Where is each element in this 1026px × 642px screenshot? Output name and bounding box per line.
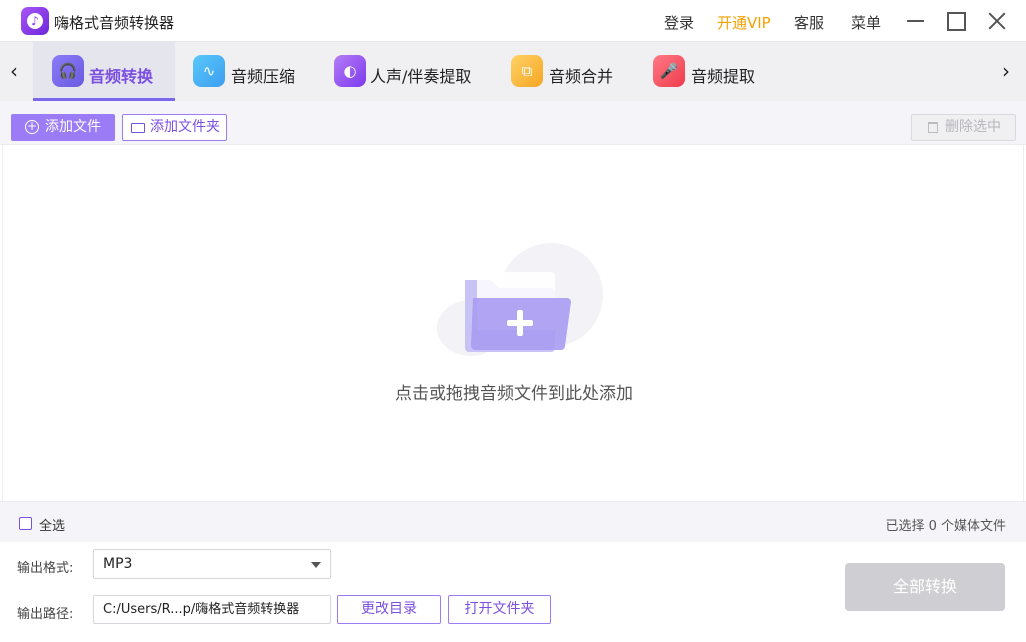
delete-selected-button[interactable]: 删除选中 [911, 114, 1016, 141]
add-file-button[interactable]: + 添加文件 [11, 114, 115, 141]
output-path-field[interactable]: C:/Users/R...p/嗨格式音频转换器 [93, 595, 331, 624]
tab-audio-convert[interactable]: 🎧 音频转换 [33, 42, 175, 101]
select-all-label[interactable]: 全选 [39, 515, 65, 534]
plus-circle-icon: + [25, 119, 39, 134]
output-format-select[interactable]: MP3 [93, 549, 331, 579]
feature-tab-bar: ‹ 🎧 音频转换 ∿ 音频压缩 ◐ 人声/伴奏提取 ⧉ 音频合并 🎤 音频提取 … [0, 42, 1026, 101]
maximize-icon[interactable] [944, 9, 968, 33]
output-format-label: 输出格式: [17, 561, 74, 576]
folder-icon [131, 123, 145, 133]
add-file-label: 添加文件 [45, 119, 101, 135]
tab-label: 音频压缩 [231, 67, 296, 86]
add-folder-label: 添加文件夹 [150, 119, 220, 135]
app-title: 嗨格式音频转换器 [54, 14, 175, 32]
close-icon[interactable] [985, 9, 1009, 33]
drop-hint: 点击或拖拽音频文件到此处添加 [395, 384, 633, 404]
delete-selected-label: 删除选中 [945, 119, 1001, 135]
voice-icon: ◐ [334, 55, 366, 87]
add-folder-button[interactable]: 添加文件夹 [122, 114, 227, 141]
open-folder-button[interactable]: 打开文件夹 [448, 595, 551, 624]
tab-label: 音频合并 [549, 67, 614, 86]
waveform-icon: ∿ [193, 55, 225, 87]
login-link[interactable]: 登录 [664, 12, 694, 33]
tab-audio-merge[interactable]: ⧉ 音频合并 [500, 42, 630, 101]
selected-count: 已选择 0 个媒体文件 [885, 519, 1006, 534]
add-folder-illustration-icon [437, 243, 603, 356]
output-path-label: 输出路径: [17, 607, 74, 622]
trash-icon [928, 122, 938, 133]
tab-label: 人声/伴奏提取 [370, 67, 472, 86]
convert-all-button[interactable]: 全部转换 [845, 563, 1005, 611]
select-all-checkbox[interactable] [19, 517, 32, 530]
app-logo-icon: ♪ [21, 7, 49, 35]
menu-link[interactable]: 菜单 [851, 12, 881, 33]
service-link[interactable]: 客服 [794, 12, 824, 33]
output-format-value: MP3 [103, 556, 133, 572]
output-settings: 输出格式: MP3 输出路径: C:/Users/R...p/嗨格式音频转换器 … [0, 542, 1026, 642]
chevron-left-icon[interactable]: ‹ [10, 60, 18, 82]
chevron-right-icon[interactable]: › [1002, 60, 1010, 82]
headphones-icon: 🎧 [52, 55, 84, 87]
file-toolbar: + 添加文件 添加文件夹 删除选中 [0, 101, 1026, 145]
tab-audio-extract[interactable]: 🎤 音频提取 [640, 42, 770, 101]
tab-vocal-extract[interactable]: ◐ 人声/伴奏提取 [320, 42, 490, 101]
minimize-icon[interactable] [904, 9, 928, 33]
vip-link[interactable]: 开通VIP [717, 12, 771, 33]
tab-audio-compress[interactable]: ∿ 音频压缩 [180, 42, 320, 101]
selection-bar: 全选 已选择 0 个媒体文件 [0, 501, 1026, 542]
caret-down-icon [311, 562, 321, 568]
file-drop-zone[interactable]: 点击或拖拽音频文件到此处添加 [2, 145, 1024, 501]
title-bar: ♪ 嗨格式音频转换器 登录 开通VIP 客服 菜单 [0, 0, 1026, 42]
change-directory-button[interactable]: 更改目录 [337, 595, 441, 624]
tab-label: 音频提取 [691, 67, 756, 86]
merge-icon: ⧉ [511, 55, 543, 87]
tab-label: 音频转换 [89, 67, 154, 86]
microphone-icon: 🎤 [653, 55, 685, 87]
